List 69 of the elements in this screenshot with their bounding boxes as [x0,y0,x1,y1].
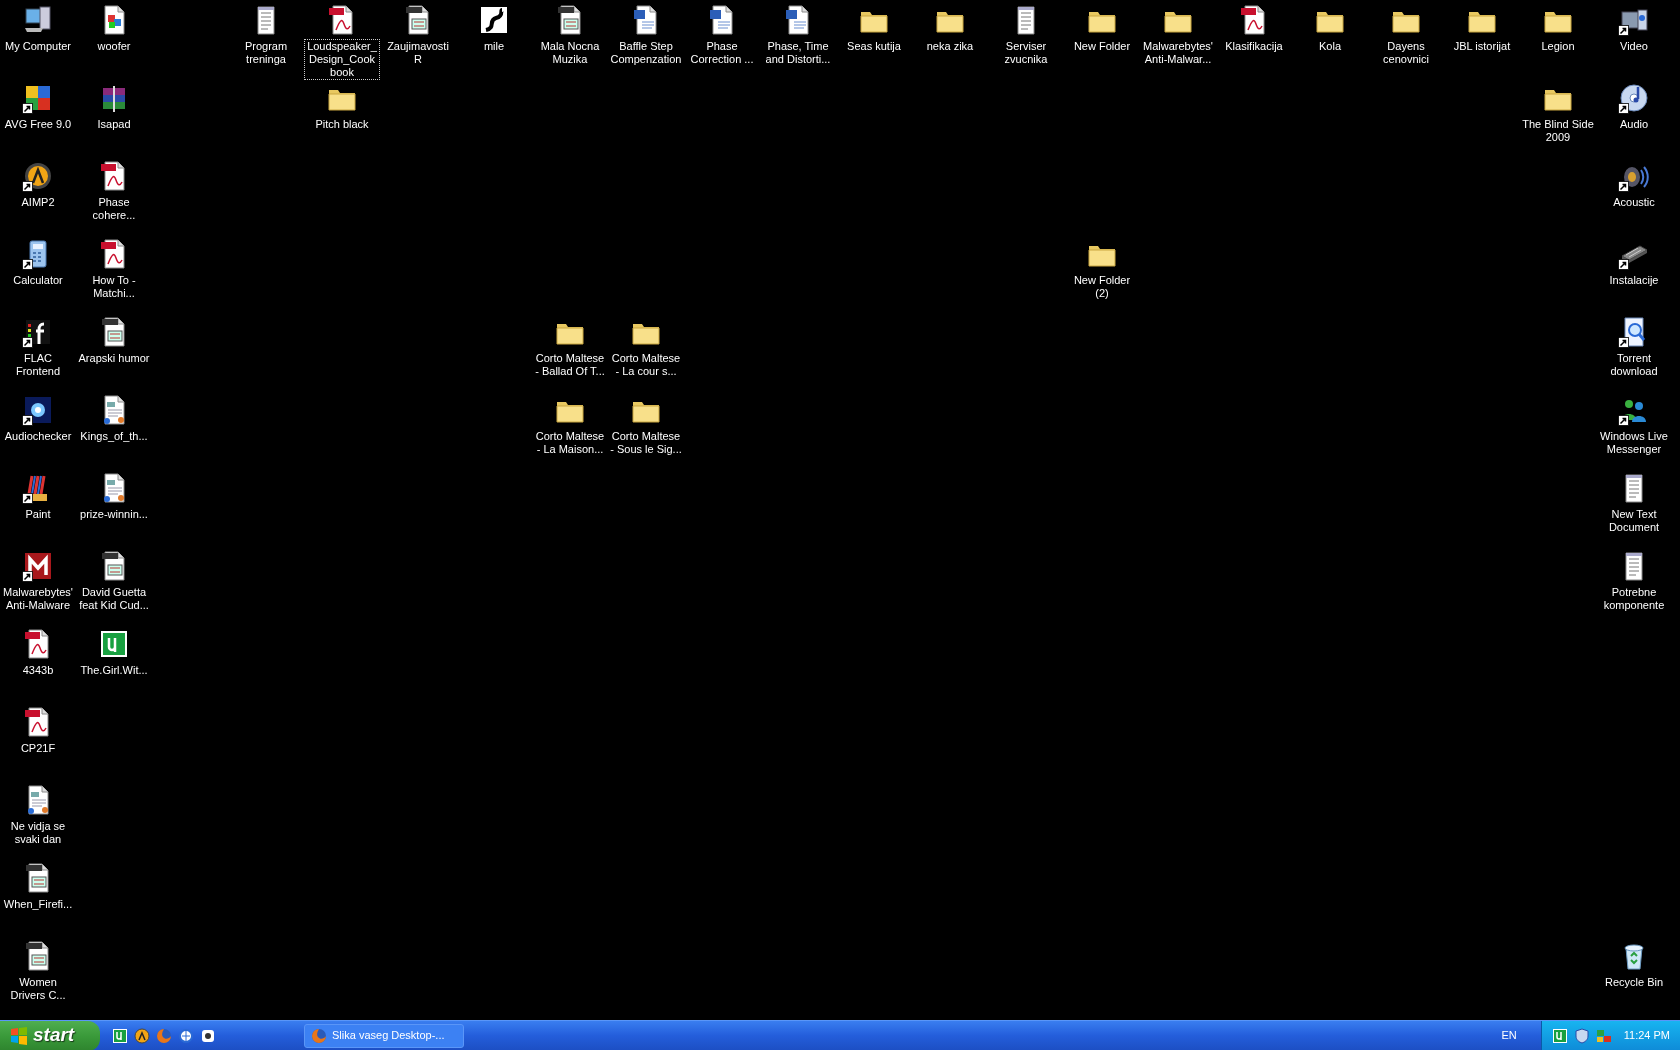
icon-label[interactable]: How To - Matchi... [77,274,151,300]
icon-label[interactable]: Women Drivers C... [1,976,75,1002]
burst-icon[interactable] [22,394,54,426]
app-icon[interactable] [200,1027,216,1044]
icon-label[interactable]: Torrent download [1597,352,1671,378]
icon-label[interactable]: Ne vidja se svaki dan [1,820,75,846]
icon-label[interactable]: When_Firefi... [2,898,74,911]
windows-logo-icon [10,1026,28,1045]
icon-label[interactable]: Isapad [96,118,132,131]
icon-label[interactable]: New Folder (2) [1065,274,1139,300]
icon-label[interactable]: Paint [24,508,52,521]
icon-label[interactable]: Video [1619,40,1649,53]
icon-label[interactable]: AVG Free 9.0 [3,118,73,131]
icon-label[interactable]: Klasifikacija [1224,40,1284,53]
icon-label[interactable]: Zaujimavosti R [381,40,455,66]
icon-label[interactable]: Baffle Step Compenzation [609,40,683,66]
disc-icon[interactable] [1618,82,1650,114]
icon-label[interactable]: Program treninga [229,40,303,66]
icon-label[interactable]: Kings_of_th... [79,430,149,443]
icon-label[interactable]: Recycle Bin [1603,976,1665,989]
icon-label[interactable]: David Guetta feat Kid Cud... [77,586,151,612]
icon-label[interactable]: Seas kutija [846,40,902,53]
player-icon[interactable] [134,1027,150,1044]
icon-label[interactable]: New Folder [1072,40,1132,53]
icon-label[interactable]: Arapski humor [77,352,151,365]
squiggle-icon[interactable] [478,4,510,36]
icon-label[interactable]: Loudspeaker_Design_Cookbook [305,40,379,79]
icon-label[interactable]: Dayens cenovnici [1369,40,1443,66]
icon-label[interactable]: Pitch black [314,118,370,131]
icon-label[interactable]: CP21F [19,742,57,755]
icon-label[interactable]: The Blind Side 2009 [1521,118,1595,144]
language-indicator[interactable]: EN [1501,1027,1517,1044]
icon-label[interactable]: Audiochecker [3,430,73,443]
start-button[interactable]: start [0,1020,100,1050]
icon-label[interactable]: Phase Correction ... [685,40,759,66]
icon-label[interactable]: Instalacije [1608,274,1660,287]
icon-label[interactable]: mile [482,40,506,53]
icon-label[interactable]: FLAC Frontend [1,352,75,378]
icon-label[interactable]: New Text Document [1597,508,1671,534]
icon-label[interactable]: Phase, Time and Distorti... [761,40,835,66]
globe-icon[interactable] [178,1027,194,1044]
player-icon[interactable] [22,160,54,192]
icon-label[interactable]: Phase cohere... [77,196,151,222]
icon-label[interactable]: neka zika [925,40,975,53]
icon-label[interactable]: Calculator [12,274,64,287]
icon-label[interactable]: My Computer [4,40,72,53]
icon-label[interactable]: Kola [1318,40,1342,53]
icon-label[interactable]: Malwarebytes' Anti-Malwar... [1141,40,1215,66]
icon-label[interactable]: Windows Live Messenger [1597,430,1671,456]
icon-label[interactable]: Malwarebytes' Anti-Malware [1,586,75,612]
icon-label[interactable]: JBL istorijat [1452,40,1512,53]
icon-label[interactable]: Corto Maltese - Ballad Of T... [533,352,607,378]
shield-icon[interactable] [1573,1027,1590,1044]
icon-label[interactable]: prize-winnin... [79,508,149,521]
icon-label[interactable]: AIMP2 [20,196,56,209]
icon-label[interactable]: Legion [1540,40,1576,53]
icon-label[interactable]: Acoustic [1612,196,1656,209]
icon-label[interactable]: Corto Maltese - La Maison... [533,430,607,456]
icon-label[interactable]: Serviser zvucnika [989,40,1063,66]
browser-icon [311,1027,327,1044]
icon-label[interactable]: Audio [1618,118,1650,131]
icon-label[interactable]: Mala Nocna Muzika [533,40,607,66]
icon-label[interactable]: 4343b [21,664,55,677]
taskbar-button[interactable]: Slika vaseg Desktop-... [304,1023,464,1048]
icon-label[interactable]: Corto Maltese - La cour s... [609,352,683,378]
icon-label[interactable]: Corto Maltese - Sous le Sig... [609,430,683,456]
icon-label[interactable]: The.Girl.Wit... [79,664,149,677]
icon-label[interactable]: Potrebne komponente [1597,586,1671,612]
icon-label[interactable]: woofer [96,40,132,53]
